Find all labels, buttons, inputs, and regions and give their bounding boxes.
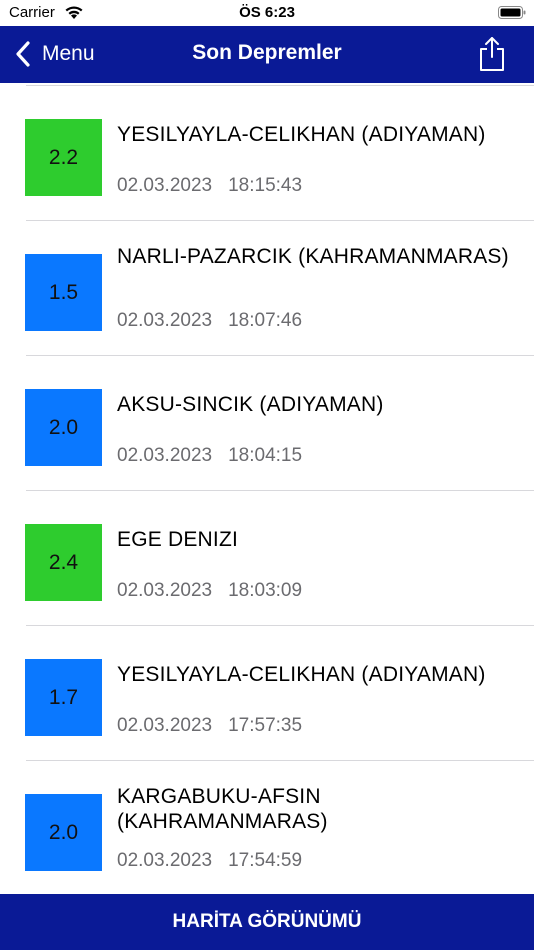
time-label: 18:07:46 [228, 310, 303, 331]
datetime-label: 02.03.2023 18:07:46 [117, 310, 302, 332]
date-label: 02.03.2023 [117, 445, 213, 466]
magnitude-badge: 2.0 [25, 389, 102, 466]
time-label: 18:03:09 [228, 580, 303, 601]
time-label: 17:57:35 [228, 715, 303, 736]
magnitude-badge: 2.0 [25, 794, 102, 871]
time-label: 18:15:43 [228, 175, 303, 196]
time-label: 17:54:59 [228, 850, 303, 871]
magnitude-badge: 2.2 [25, 119, 102, 196]
earthquake-row[interactable]: 1.5 NARLI-PAZARCIK (KAHRAMANMARAS) 02.03… [0, 221, 534, 356]
earthquake-row[interactable]: 2.4 EGE DENIZI 02.03.2023 18:03:09 [0, 491, 534, 626]
magnitude-badge: 1.7 [25, 659, 102, 736]
earthquake-row[interactable]: 2.0 AKSU-SINCIK (ADIYAMAN) 02.03.2023 18:… [0, 356, 534, 491]
location-label: AKSU-SINCIK (ADIYAMAN) [117, 393, 384, 416]
datetime-label: 02.03.2023 18:04:15 [117, 445, 302, 467]
earthquake-row[interactable]: 2.2 YESILYAYLA-CELIKHAN (ADIYAMAN) 02.03… [0, 86, 534, 221]
date-label: 02.03.2023 [117, 715, 213, 736]
date-label: 02.03.2023 [117, 850, 213, 871]
navigation-bar: Menu Son Depremler [0, 26, 534, 83]
time-label: 18:04:15 [228, 445, 303, 466]
location-label: KARGABUKU-AFSIN (KAHRAMANMARAS) [117, 785, 328, 833]
status-bar: Carrier ÖS 6:23 [0, 0, 534, 26]
map-view-button[interactable]: HARİTA GÖRÜNÜMÜ [0, 894, 534, 950]
share-icon[interactable] [478, 36, 506, 72]
magnitude-badge: 2.4 [25, 524, 102, 601]
location-label: YESILYAYLA-CELIKHAN (ADIYAMAN) [117, 123, 486, 146]
earthquake-row[interactable]: 2.0 KARGABUKU-AFSIN (KAHRAMANMARAS) 02.0… [0, 761, 534, 894]
location-label: NARLI-PAZARCIK (KAHRAMANMARAS) [117, 245, 509, 268]
status-time: ÖS 6:23 [239, 4, 295, 21]
earthquake-row[interactable]: 1.7 YESILYAYLA-CELIKHAN (ADIYAMAN) 02.03… [0, 626, 534, 761]
battery-icon [498, 6, 526, 19]
page-title: Son Depremler [192, 41, 342, 64]
magnitude-badge: 1.5 [25, 254, 102, 331]
date-label: 02.03.2023 [117, 580, 213, 601]
datetime-label: 02.03.2023 17:54:59 [117, 850, 302, 872]
datetime-label: 02.03.2023 17:57:35 [117, 715, 302, 737]
map-view-button-label: HARİTA GÖRÜNÜMÜ [172, 911, 362, 932]
date-label: 02.03.2023 [117, 310, 213, 331]
datetime-label: 02.03.2023 18:03:09 [117, 580, 302, 602]
location-label: EGE DENIZI [117, 528, 239, 551]
location-label: YESILYAYLA-CELIKHAN (ADIYAMAN) [117, 663, 486, 686]
date-label: 02.03.2023 [117, 175, 213, 196]
earthquake-list[interactable]: 2.2 YESILYAYLA-CELIKHAN (ADIYAMAN) 02.03… [0, 83, 534, 894]
datetime-label: 02.03.2023 18:15:43 [117, 175, 302, 197]
